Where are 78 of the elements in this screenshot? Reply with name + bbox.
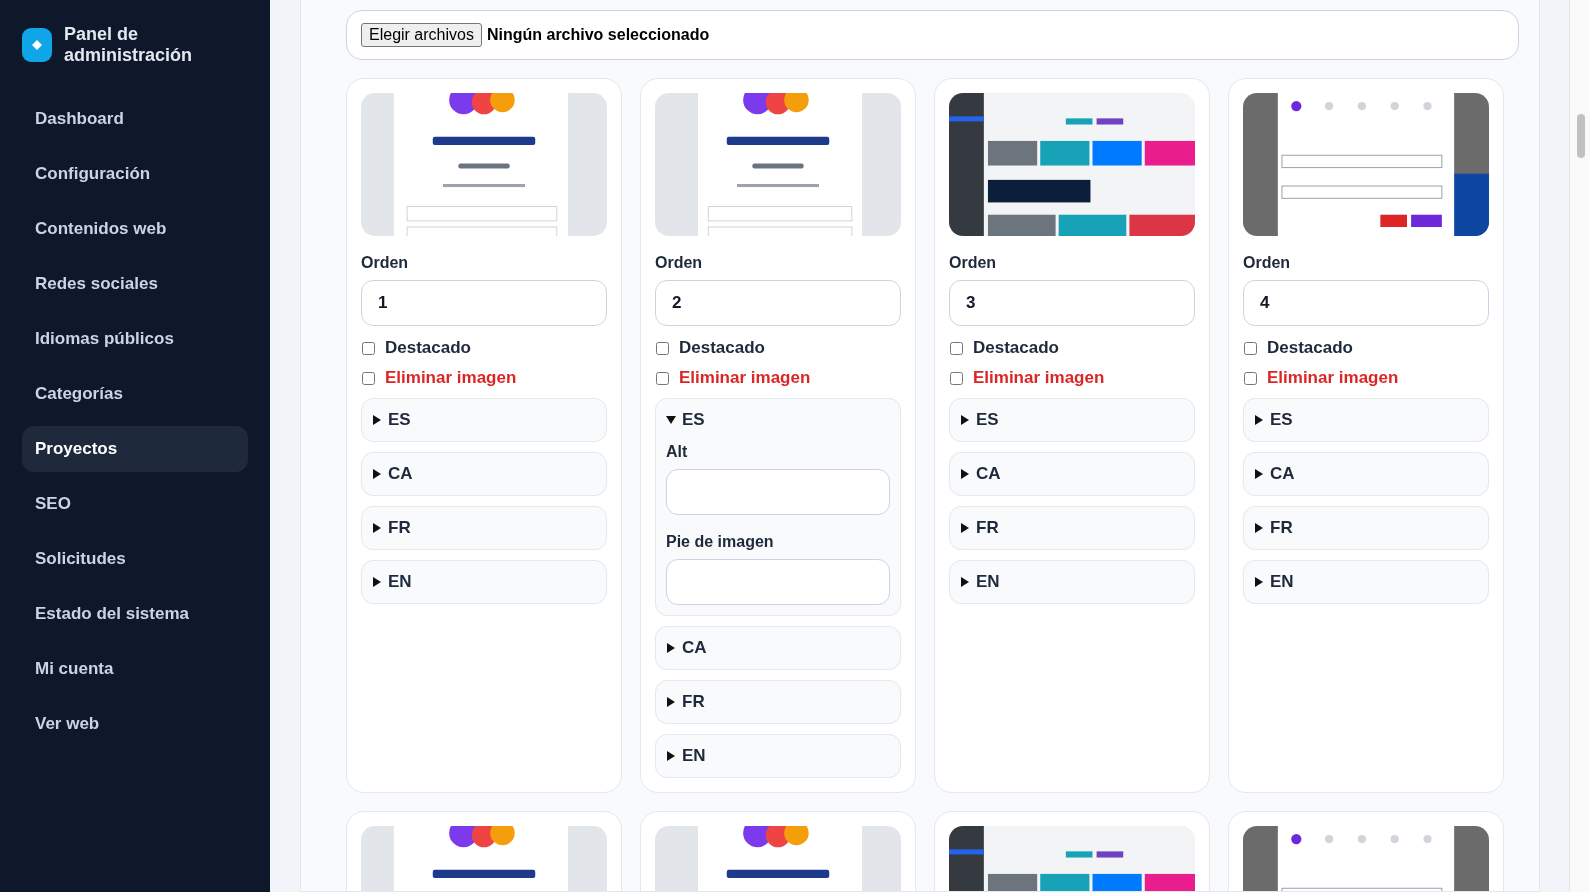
caret-icon	[960, 523, 970, 533]
file-input[interactable]: Elegir archivos Ningún archivo seleccionado	[346, 10, 1519, 60]
caret-icon	[960, 469, 970, 479]
choose-files-button[interactable]: Elegir archivos	[361, 23, 482, 47]
app-title: Panel de administración	[64, 24, 194, 66]
field-label: Orden	[949, 254, 998, 272]
text-field[interactable]	[666, 469, 890, 515]
delete-checkbox[interactable]	[656, 371, 669, 385]
caret-icon	[1254, 415, 1264, 425]
checkbox-label: Destacado	[1267, 338, 1353, 358]
caret-icon	[1254, 523, 1264, 533]
checkbox-label: Destacado	[973, 338, 1059, 358]
featured-checkbox[interactable]	[656, 341, 669, 355]
caret-icon	[1254, 577, 1264, 587]
checkbox-label: Destacado	[679, 338, 765, 358]
sidebar-item[interactable]: Categorías	[22, 371, 248, 417]
field-label: Pie de imagen	[666, 533, 775, 551]
order-field[interactable]: 3	[949, 280, 1195, 326]
delete-checkbox[interactable]	[362, 371, 375, 385]
scrollbar[interactable]	[1569, 0, 1590, 892]
caret-icon	[372, 577, 382, 587]
sidebar-item[interactable]: Proyectos	[22, 426, 248, 472]
language-toggle[interactable]: EN	[362, 561, 606, 603]
language-toggle[interactable]: EN	[1244, 561, 1488, 603]
field-label: Alt	[666, 443, 689, 461]
sidebar-item[interactable]: Configuración	[22, 151, 248, 197]
language-toggle[interactable]: CA	[656, 627, 900, 669]
language-toggle[interactable]: ES	[362, 399, 606, 441]
sidebar-item[interactable]: Redes sociales	[22, 261, 248, 307]
language-toggle[interactable]: EN	[656, 735, 900, 777]
language-toggle[interactable]: EN	[950, 561, 1194, 603]
sidebar-item[interactable]: Dashboard	[22, 96, 248, 142]
language-toggle[interactable]: FR	[950, 507, 1194, 549]
checkbox-label: Eliminar imagen	[1267, 368, 1399, 388]
sidebar-item[interactable]: Estado del sistema	[22, 591, 248, 637]
caret-icon	[666, 751, 676, 761]
checkbox-label: Eliminar imagen	[385, 368, 517, 388]
file-status: Ningún archivo seleccionado	[486, 26, 710, 44]
order-field[interactable]: 1	[361, 280, 607, 326]
caret-icon	[666, 415, 676, 425]
order-field[interactable]: 2	[655, 280, 901, 326]
sidebar-item[interactable]: Ver web	[22, 701, 248, 747]
caret-icon	[666, 643, 676, 653]
delete-checkbox[interactable]	[1244, 371, 1257, 385]
logo-icon	[22, 28, 52, 62]
language-toggle[interactable]: CA	[1244, 453, 1488, 495]
featured-checkbox[interactable]	[1244, 341, 1257, 355]
caret-icon	[372, 415, 382, 425]
checkbox-label: Eliminar imagen	[973, 368, 1105, 388]
language-toggle[interactable]: ES	[656, 399, 900, 441]
text-field[interactable]	[666, 559, 890, 605]
language-toggle[interactable]: FR	[362, 507, 606, 549]
caret-icon	[666, 697, 676, 707]
checkbox-label: Eliminar imagen	[679, 368, 811, 388]
field-label: Orden	[361, 254, 410, 272]
field-label: Orden	[1243, 254, 1292, 272]
caret-icon	[372, 469, 382, 479]
caret-icon	[960, 415, 970, 425]
sidebar-item[interactable]: SEO	[22, 481, 248, 527]
sidebar-item[interactable]: Solicitudes	[22, 536, 248, 582]
caret-icon	[960, 577, 970, 587]
sidebar-item[interactable]: Mi cuenta	[22, 646, 248, 692]
featured-checkbox[interactable]	[950, 341, 963, 355]
featured-checkbox[interactable]	[362, 341, 375, 355]
language-toggle[interactable]: CA	[362, 453, 606, 495]
language-toggle[interactable]: FR	[1244, 507, 1488, 549]
sidebar-item[interactable]: Contenidos web	[22, 206, 248, 252]
language-toggle[interactable]: CA	[950, 453, 1194, 495]
language-toggle[interactable]: FR	[656, 681, 900, 723]
order-field[interactable]: 4	[1243, 280, 1489, 326]
sidebar-item[interactable]: Idiomas públicos	[22, 316, 248, 362]
language-toggle[interactable]: ES	[950, 399, 1194, 441]
caret-icon	[1254, 469, 1264, 479]
language-toggle[interactable]: ES	[1244, 399, 1488, 441]
checkbox-label: Destacado	[385, 338, 471, 358]
delete-checkbox[interactable]	[950, 371, 963, 385]
field-label: Orden	[655, 254, 704, 272]
caret-icon	[372, 523, 382, 533]
